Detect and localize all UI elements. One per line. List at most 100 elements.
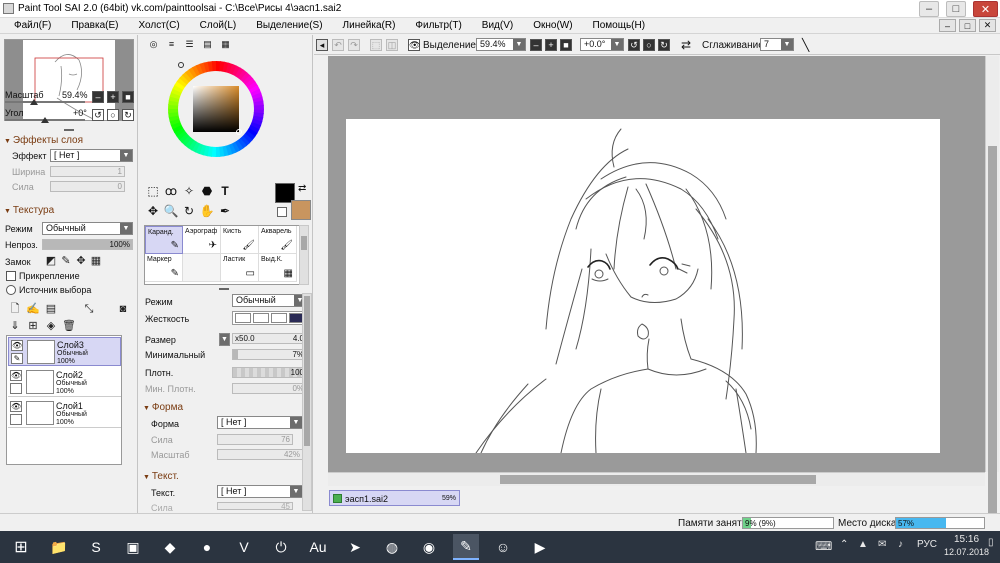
document-tab[interactable]: эасп1.sai2 59% bbox=[329, 490, 460, 506]
menu-filter[interactable]: Фильтр(T) bbox=[415, 20, 461, 31]
notification-icon[interactable]: ✉ bbox=[878, 539, 886, 550]
lock-pixels-icon[interactable]: ◩ bbox=[44, 254, 58, 268]
action-center-icon[interactable]: ▯ bbox=[988, 537, 994, 548]
hand-tool-icon[interactable]: ✋ bbox=[199, 203, 215, 219]
brush-texture-select[interactable]: [ Нет ] ▼ bbox=[217, 485, 303, 498]
angle-slider-handle[interactable] bbox=[41, 117, 49, 123]
eyedropper-icon[interactable]: ✒ bbox=[217, 203, 233, 219]
rotate-right-button[interactable]: ↻ bbox=[122, 109, 134, 121]
canvas-rotate-reset-button[interactable]: ○ bbox=[643, 39, 655, 51]
layer-effects-section[interactable]: Эффекты слоя bbox=[4, 135, 83, 146]
zoom-in-button[interactable]: + bbox=[107, 91, 119, 103]
brush-scrollbar-thumb[interactable] bbox=[301, 236, 307, 250]
brush-watercolor[interactable]: Акварель 🖌 bbox=[259, 226, 297, 254]
layer-checkbox[interactable] bbox=[10, 414, 22, 425]
clipping-checkbox[interactable] bbox=[6, 271, 16, 281]
keyboard-icon[interactable]: ⌨ bbox=[815, 539, 832, 553]
doc-maximize-button[interactable]: □ bbox=[959, 19, 976, 32]
power-app-icon[interactable]: ⏻ bbox=[268, 534, 294, 560]
panel-splitter[interactable] bbox=[64, 129, 74, 131]
fish-app-icon[interactable]: ◆ bbox=[157, 534, 183, 560]
rect-select-icon[interactable]: ⬚ bbox=[145, 183, 161, 199]
clock-time[interactable]: 15:16 bbox=[954, 534, 979, 545]
eye-icon[interactable]: 👁 bbox=[10, 401, 22, 412]
game-icon[interactable]: ▣ bbox=[120, 534, 146, 560]
brush-mode-select[interactable]: Обычный ▼ bbox=[232, 294, 307, 307]
doc-close-button[interactable]: ✕ bbox=[979, 19, 996, 32]
brush-brush[interactable]: Кисть 🖌 bbox=[221, 226, 259, 254]
clear-layer-icon[interactable]: ◈ bbox=[44, 319, 58, 333]
discord-icon[interactable]: ☺ bbox=[490, 534, 516, 560]
scale-slider[interactable] bbox=[5, 101, 85, 103]
eye-icon[interactable]: 👁 bbox=[11, 340, 23, 351]
hue-segment[interactable] bbox=[253, 104, 264, 110]
brush-airbrush[interactable]: Аэрограф ✈ bbox=[183, 226, 221, 254]
lasso-icon[interactable]: ꝏ bbox=[163, 183, 179, 199]
brush-texture-section[interactable]: Текст. bbox=[143, 471, 179, 482]
density-slider[interactable]: 100 bbox=[232, 367, 307, 378]
merge-down-icon[interactable]: ⊞ bbox=[26, 319, 40, 333]
panel-splitter[interactable] bbox=[219, 288, 229, 290]
layer-row[interactable]: 👁 Слой2 Обычный 100% bbox=[8, 368, 121, 397]
canvas-horizontal-scrollbar-thumb[interactable] bbox=[500, 475, 816, 484]
redo-button[interactable]: ↷ bbox=[348, 39, 360, 51]
settings-scrollbar[interactable] bbox=[302, 293, 312, 511]
eye-icon[interactable]: 👁 bbox=[408, 39, 420, 51]
menu-edit[interactable]: Правка(E) bbox=[71, 20, 118, 31]
size-slider[interactable]: x50.0 4.0 bbox=[232, 333, 307, 344]
maximize-button[interactable]: □ bbox=[946, 1, 966, 17]
chrome-icon[interactable]: ◉ bbox=[416, 534, 442, 560]
trash-icon[interactable]: 🗑 bbox=[62, 319, 76, 333]
strength-slider[interactable]: 0 bbox=[50, 181, 125, 192]
menu-selection[interactable]: Выделение(S) bbox=[256, 20, 322, 31]
menu-window[interactable]: Окно(W) bbox=[533, 20, 572, 31]
color-wheel-tab[interactable]: ◎ bbox=[146, 38, 161, 51]
hardness-option[interactable] bbox=[235, 313, 251, 323]
mixer-tab[interactable]: ▤ bbox=[200, 38, 215, 51]
lock-alpha-icon[interactable]: ▦ bbox=[89, 254, 103, 268]
zoom-select[interactable]: 59.4% ▼ bbox=[476, 38, 526, 51]
text-tool-icon[interactable]: T bbox=[217, 183, 233, 199]
shape-section[interactable]: Форма bbox=[143, 402, 183, 413]
canvas-zoom-in-button[interactable]: + bbox=[545, 39, 557, 51]
effect-select[interactable]: [ Нет ] ▼ bbox=[50, 149, 133, 162]
scale-slider-handle[interactable] bbox=[29, 99, 38, 105]
secondary-color-swatch[interactable] bbox=[277, 207, 287, 217]
brush-select[interactable]: Выд.К. ▦ bbox=[259, 254, 297, 282]
shape-select[interactable]: [ Нет ] ▼ bbox=[217, 416, 303, 429]
new-layer-icon[interactable]: 🗋 bbox=[8, 302, 22, 316]
brush-empty-slot[interactable] bbox=[183, 254, 221, 282]
size-multiplier-select[interactable]: ▼ bbox=[219, 333, 230, 346]
pencil-icon[interactable]: ✎ bbox=[11, 353, 23, 364]
canvas-horizontal-scrollbar[interactable] bbox=[328, 472, 985, 486]
layer-mask-icon[interactable]: ◙ bbox=[116, 302, 130, 316]
layer-row[interactable]: 👁 ✎ Слой3 Обычный 100% bbox=[8, 337, 121, 366]
telegram-icon[interactable]: ➤ bbox=[342, 534, 368, 560]
toolbar-grip[interactable]: ◂ bbox=[316, 39, 328, 51]
brush-marker[interactable]: Маркер ✎ bbox=[145, 254, 183, 282]
menu-help[interactable]: Помощь(H) bbox=[593, 20, 646, 31]
brush-scrollbar[interactable] bbox=[299, 225, 309, 285]
zoom-reset-button[interactable]: ■ bbox=[122, 91, 134, 103]
skype-icon[interactable]: S bbox=[83, 534, 109, 560]
flip-horizontal-icon[interactable]: ⇄ bbox=[681, 38, 691, 52]
eye-icon[interactable]: 👁 bbox=[10, 370, 22, 381]
deselect-button[interactable]: ⬚ bbox=[370, 39, 382, 51]
width-slider[interactable]: 1 bbox=[50, 166, 125, 177]
lock-brush-icon[interactable]: ✎ bbox=[59, 254, 73, 268]
line-tool-icon[interactable]: ╲ bbox=[802, 38, 809, 52]
brush-eraser[interactable]: Ластик ▭ bbox=[221, 254, 259, 282]
canvas-angle-select[interactable]: +0.0° ▼ bbox=[580, 38, 624, 51]
swap-colors-icon[interactable]: ⇄ bbox=[298, 183, 310, 195]
shape-scale-slider[interactable]: 42% bbox=[217, 449, 303, 460]
minimize-button[interactable]: – bbox=[919, 1, 939, 17]
canvas-paper[interactable] bbox=[346, 119, 940, 454]
canvas-viewport[interactable] bbox=[328, 56, 985, 472]
new-vector-layer-icon[interactable]: ✍ bbox=[26, 302, 40, 316]
audition-icon[interactable]: Au bbox=[305, 534, 331, 560]
menu-view[interactable]: Вид(V) bbox=[482, 20, 513, 31]
menu-canvas[interactable]: Холст(C) bbox=[138, 20, 179, 31]
lock-move-icon[interactable]: ✥ bbox=[74, 254, 88, 268]
color-wheel[interactable] bbox=[166, 59, 266, 159]
file-explorer-icon[interactable]: 📁 bbox=[46, 534, 72, 560]
